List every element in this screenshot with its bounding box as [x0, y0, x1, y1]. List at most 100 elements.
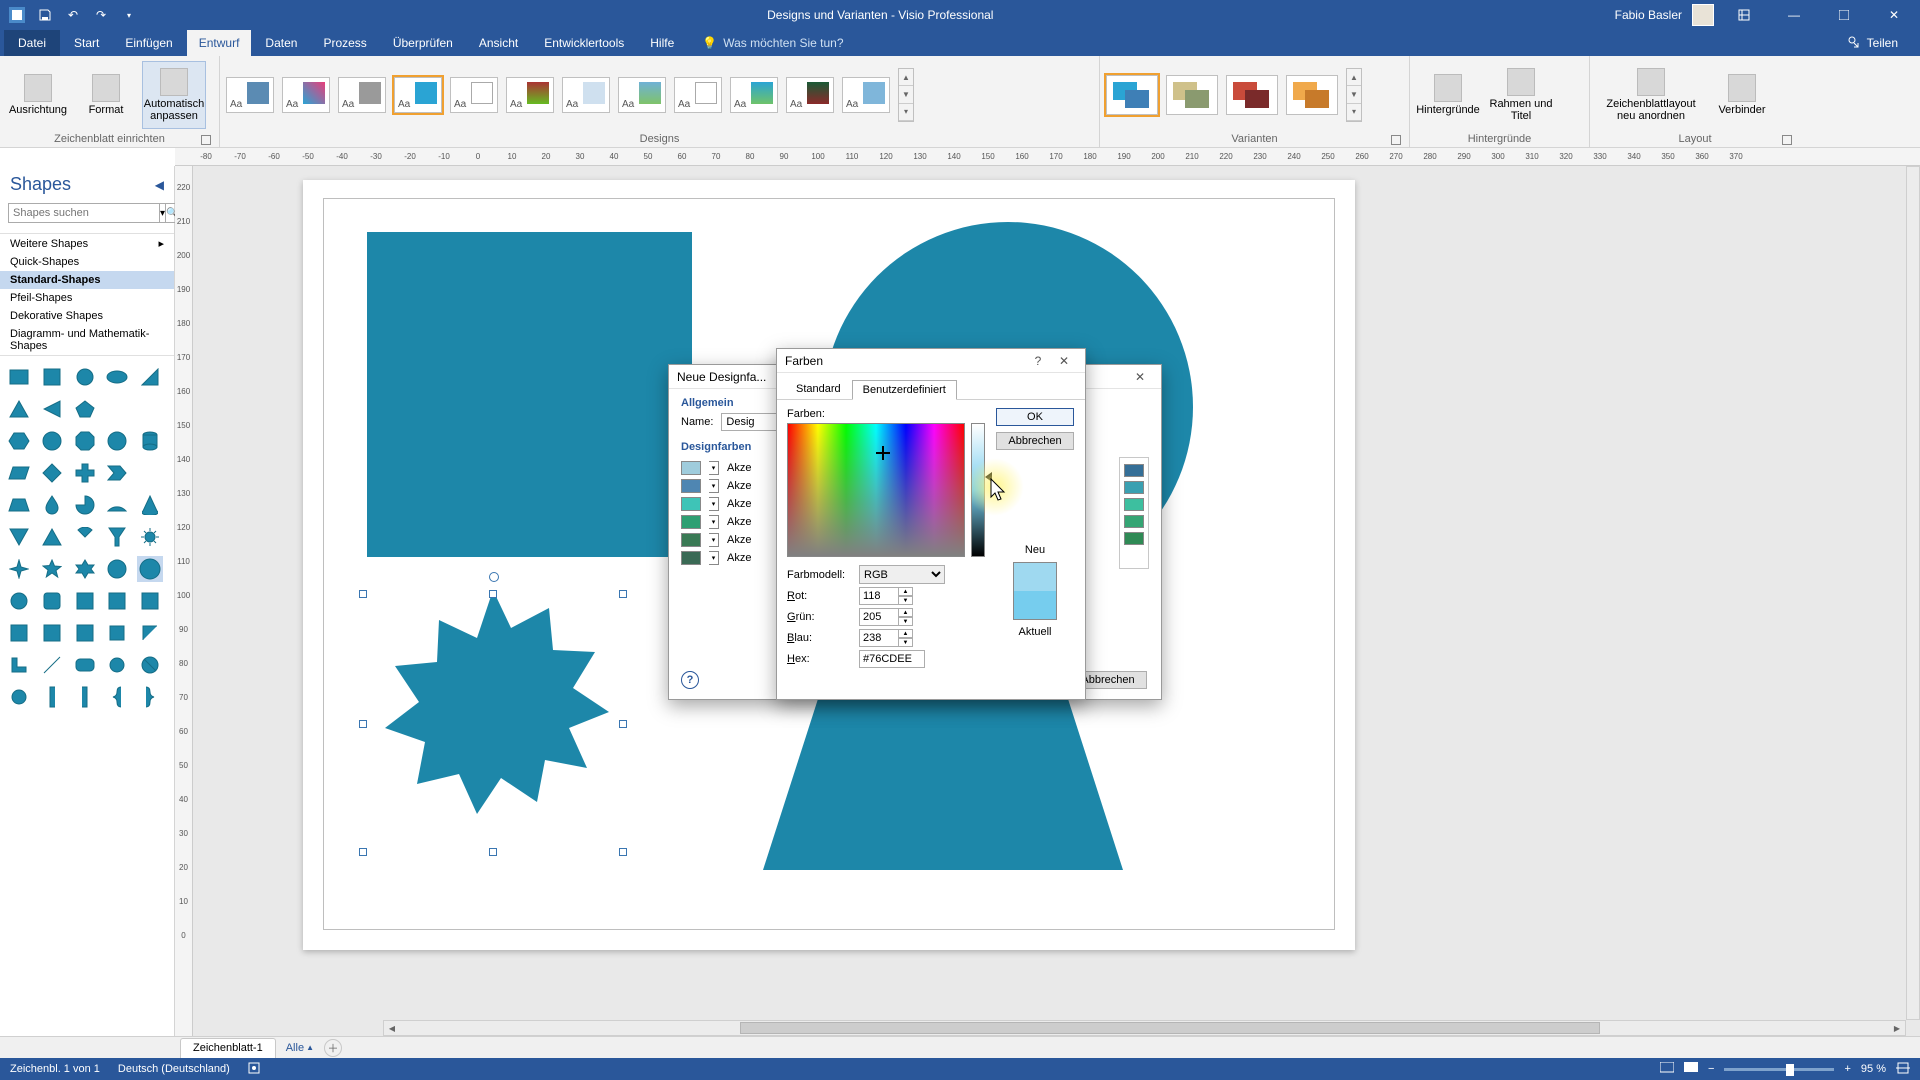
- shape-diamond[interactable]: [39, 460, 65, 486]
- shape-rc5[interactable]: [137, 588, 163, 614]
- sel-handle-n[interactable]: [489, 590, 497, 598]
- horizontal-scrollbar[interactable]: ◀▶: [383, 1020, 1906, 1036]
- shape-line[interactable]: [39, 652, 65, 678]
- stencil-diagram[interactable]: Diagramm- und Mathematik-Shapes: [0, 325, 174, 355]
- stencil-arrow[interactable]: Pfeil-Shapes: [0, 289, 174, 307]
- sel-handle-se[interactable]: [619, 848, 627, 856]
- user-avatar-icon[interactable]: [1692, 4, 1714, 26]
- sheet-tab-1[interactable]: Zeichenblatt-1: [180, 1038, 276, 1058]
- shape-rc1[interactable]: [6, 588, 32, 614]
- shape-chevron[interactable]: [104, 460, 130, 486]
- shape-funnel[interactable]: [104, 524, 130, 550]
- color-crosshair-icon[interactable]: [876, 446, 890, 460]
- stencil-quick[interactable]: Quick-Shapes: [0, 253, 174, 271]
- tellme-search[interactable]: 💡 Was möchten Sie tun?: [702, 36, 843, 50]
- shape-pie[interactable]: [72, 492, 98, 518]
- shape-frame[interactable]: [104, 620, 130, 646]
- shape-rc4[interactable]: [104, 588, 130, 614]
- shape-blank3[interactable]: [137, 460, 163, 486]
- zoom-out-icon[interactable]: −: [1708, 1063, 1714, 1075]
- shape-blank1[interactable]: [104, 396, 130, 422]
- model-select[interactable]: RGB: [859, 565, 945, 584]
- connectors-button[interactable]: Verbinder: [1710, 61, 1774, 129]
- shape-dot[interactable]: [6, 684, 32, 710]
- variants-launcher-icon[interactable]: [1391, 135, 1401, 145]
- b-input[interactable]: [859, 629, 899, 647]
- tab-daten[interactable]: Daten: [253, 30, 309, 56]
- shape-star5[interactable]: [39, 556, 65, 582]
- shape-blank2[interactable]: [137, 396, 163, 422]
- help-icon[interactable]: ?: [681, 671, 699, 689]
- sel-handle-w[interactable]: [359, 720, 367, 728]
- shape-star4[interactable]: [6, 556, 32, 582]
- redo-icon[interactable]: ↷: [92, 6, 110, 24]
- tab-ueberpruefen[interactable]: Überprüfen: [381, 30, 465, 56]
- shape-parallelogram[interactable]: [6, 460, 32, 486]
- shape-right-tri[interactable]: [137, 364, 163, 390]
- variants-gallery[interactable]: ▲▼▾: [1106, 68, 1362, 122]
- tab-start[interactable]: Start: [62, 30, 111, 56]
- relayout-button[interactable]: Zeichenblattlayout neu anordnen: [1596, 61, 1706, 129]
- shape-tri-3d[interactable]: [39, 524, 65, 550]
- tab-custom-colors[interactable]: Benutzerdefiniert: [852, 380, 957, 400]
- stencil-standard[interactable]: Standard-Shapes: [0, 271, 174, 289]
- view-presentation-icon[interactable]: [1660, 1062, 1674, 1077]
- maximize-button[interactable]: [1824, 0, 1864, 30]
- status-lang[interactable]: Deutsch (Deutschland): [118, 1063, 230, 1075]
- shape-cone[interactable]: [137, 492, 163, 518]
- shape-bracket-r[interactable]: [72, 684, 98, 710]
- autofit-button[interactable]: Automatisch anpassen: [142, 61, 206, 129]
- setup-launcher-icon[interactable]: [201, 135, 211, 145]
- shape-no[interactable]: [137, 652, 163, 678]
- layout-launcher-icon[interactable]: [1782, 135, 1792, 145]
- shape-square[interactable]: [39, 364, 65, 390]
- fit-window-icon[interactable]: [1896, 1062, 1910, 1077]
- shape-corner[interactable]: [137, 620, 163, 646]
- dlg-design-close[interactable]: ✕: [1127, 366, 1153, 388]
- shape-L[interactable]: [6, 652, 32, 678]
- format-button[interactable]: Format: [74, 61, 138, 129]
- orientation-button[interactable]: Ausrichtung: [6, 61, 70, 129]
- shape-dec[interactable]: [104, 428, 130, 454]
- zoom-label[interactable]: 95 %: [1861, 1063, 1886, 1075]
- ribbon-options-icon[interactable]: [1724, 0, 1764, 30]
- shape-ellipse[interactable]: [104, 364, 130, 390]
- shape-star6[interactable]: [72, 556, 98, 582]
- shape-circle[interactable]: [72, 364, 98, 390]
- tab-entwurf[interactable]: Entwurf: [187, 30, 252, 56]
- sel-handle-sw[interactable]: [359, 848, 367, 856]
- color-field[interactable]: [787, 423, 965, 557]
- user-name[interactable]: Fabio Basler: [1615, 8, 1682, 22]
- shape-sector[interactable]: [72, 524, 98, 550]
- qat-more-icon[interactable]: ▾: [120, 6, 138, 24]
- dlg-colors-close[interactable]: ✕: [1051, 350, 1077, 372]
- designs-scroll[interactable]: ▲▼▾: [898, 68, 914, 122]
- shape-rc2[interactable]: [39, 588, 65, 614]
- r-input[interactable]: [859, 587, 899, 605]
- sel-handle-s[interactable]: [489, 848, 497, 856]
- sheet-all[interactable]: Alle ▲: [280, 1042, 320, 1054]
- backgrounds-button[interactable]: Hintergründe: [1416, 61, 1480, 129]
- zoom-in-icon[interactable]: +: [1844, 1063, 1850, 1075]
- shape-rc3[interactable]: [72, 588, 98, 614]
- cancel-button[interactable]: Abbrechen: [996, 432, 1074, 450]
- dlg-colors-help[interactable]: ?: [1025, 350, 1051, 372]
- shape-hex[interactable]: [6, 428, 32, 454]
- share-button[interactable]: Teilen: [1867, 36, 1898, 50]
- shape-star7[interactable]: [104, 556, 130, 582]
- stencil-decorative[interactable]: Dekorative Shapes: [0, 307, 174, 325]
- sel-handle-nw[interactable]: [359, 590, 367, 598]
- shape-tri-left[interactable]: [39, 396, 65, 422]
- shape-gear[interactable]: [137, 524, 163, 550]
- shape-donut[interactable]: [104, 652, 130, 678]
- shape-burst[interactable]: [137, 556, 163, 582]
- vertical-scrollbar[interactable]: [1906, 166, 1920, 1020]
- shapes-search-input[interactable]: [8, 203, 160, 223]
- shape-sq4[interactable]: [39, 620, 65, 646]
- canvas-rectangle[interactable]: [367, 232, 692, 557]
- luminance-arrow-icon[interactable]: [985, 472, 992, 482]
- shape-tri-up[interactable]: [6, 396, 32, 422]
- shape-oct[interactable]: [72, 428, 98, 454]
- luminance-bar[interactable]: [971, 423, 985, 557]
- shape-trap[interactable]: [6, 492, 32, 518]
